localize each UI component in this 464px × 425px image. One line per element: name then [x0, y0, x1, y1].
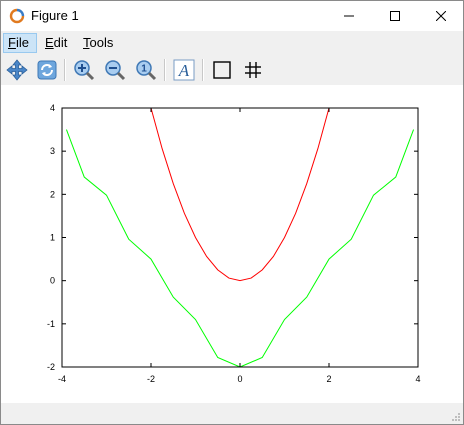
toolbar-separator: [202, 59, 204, 81]
resize-grip-icon[interactable]: [451, 412, 461, 422]
svg-text:A: A: [178, 61, 190, 80]
y-tick-label: 3: [50, 146, 55, 156]
axes-box-button[interactable]: [209, 57, 235, 83]
minimize-button[interactable]: [326, 1, 372, 31]
toolbar-separator: [164, 59, 166, 81]
close-button[interactable]: [418, 1, 463, 31]
minimize-icon: [344, 15, 354, 17]
x-tick-label: -2: [147, 374, 155, 384]
y-tick-label: 1: [50, 233, 55, 243]
axes-box: [61, 107, 419, 368]
x-tick-label: 4: [415, 374, 420, 384]
axes-box-icon: [213, 61, 231, 79]
rotate-button[interactable]: [34, 57, 60, 83]
title-bar[interactable]: Figure 1: [1, 1, 463, 31]
menu-bar: File Edit Tools: [1, 32, 463, 54]
maximize-icon: [390, 11, 400, 21]
reset-zoom-icon: 1: [136, 60, 157, 81]
grid-icon: [245, 62, 261, 78]
x-tick-label: -4: [58, 374, 66, 384]
zoom-out-icon: [105, 60, 126, 81]
plot-canvas[interactable]: -4 -2 0 2 4 -2 -1 0 1 2 3 4: [1, 85, 463, 403]
series-line-0: [150, 108, 330, 282]
octave-logo-icon: [9, 8, 25, 24]
zoom-in-button[interactable]: [71, 57, 97, 83]
series-line-1: [65, 129, 415, 367]
status-bar: [1, 403, 463, 424]
y-tick-label: -2: [47, 362, 55, 372]
window-title: Figure 1: [31, 8, 79, 23]
y-tick-label: 4: [50, 103, 55, 113]
maximize-button[interactable]: [372, 1, 418, 31]
y-tick-label: 0: [50, 276, 55, 286]
figure-window: Figure 1 File Edit Tools 1 A -4 -2 0 2 4…: [0, 0, 464, 425]
zoom-out-button[interactable]: [102, 57, 128, 83]
menu-tools[interactable]: Tools: [79, 33, 121, 53]
insert-text-button[interactable]: A: [171, 57, 197, 83]
menu-edit[interactable]: Edit: [41, 33, 73, 53]
text-icon: A: [173, 59, 195, 81]
pan-button[interactable]: [4, 57, 30, 83]
pan-icon: [6, 59, 28, 81]
reset-zoom-button[interactable]: 1: [133, 57, 159, 83]
plot-svg: -4 -2 0 2 4-2-101234: [47, 103, 421, 384]
y-tick-label: 2: [50, 189, 55, 199]
svg-text:1: 1: [141, 64, 147, 75]
toolbar-separator: [64, 59, 66, 81]
x-tick-label: 0: [237, 374, 242, 384]
zoom-in-icon: [74, 60, 95, 81]
toolbar: 1 A: [1, 55, 463, 85]
rotate-icon: [37, 60, 57, 80]
grid-button[interactable]: [240, 57, 266, 83]
close-icon: [436, 11, 446, 21]
y-tick-label: -1: [47, 319, 55, 329]
x-tick-label: 2: [326, 374, 331, 384]
menu-file[interactable]: File: [3, 33, 37, 53]
